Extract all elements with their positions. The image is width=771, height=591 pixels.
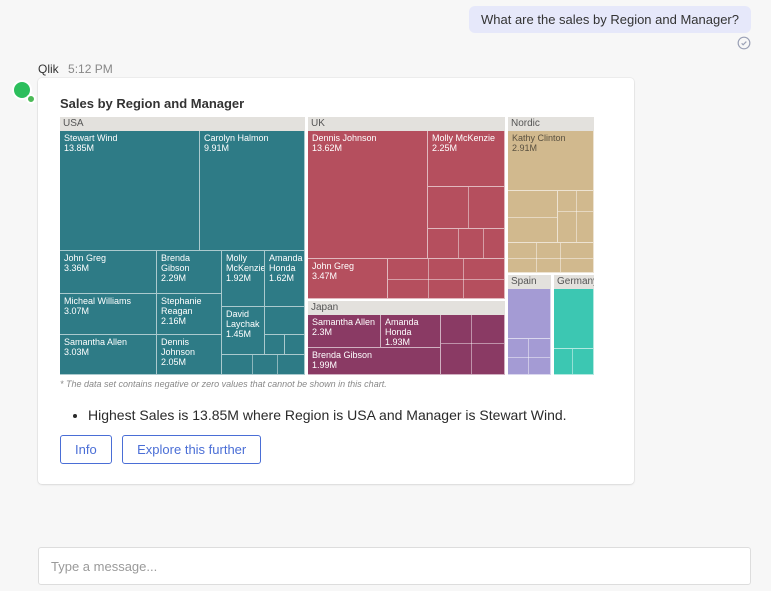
cell-name: Stephanie Reagan <box>161 297 217 317</box>
region-header-uk: UK <box>308 117 505 131</box>
presence-indicator-icon <box>26 94 36 104</box>
cell-usa-molly[interactable]: Molly McKenzie 1.92M <box>222 251 265 307</box>
cell-usa-johngreg[interactable]: John Greg 3.36M <box>60 251 157 294</box>
cell-nor-small3[interactable] <box>508 243 594 273</box>
cell-uk-molly[interactable]: Molly McKenzie 2.25M <box>428 131 505 187</box>
user-message-bubble: What are the sales by Region and Manager… <box>469 6 751 33</box>
cell-usa-small3[interactable] <box>285 335 305 355</box>
response-card: Sales by Region and Manager USA Stewart … <box>38 78 634 484</box>
avatar <box>12 80 34 102</box>
cell-usa-dennis[interactable]: Dennis Johnson 2.05M <box>157 335 222 375</box>
cell-spain-top[interactable] <box>508 289 551 339</box>
cell-value: 1.99M <box>312 361 436 371</box>
cell-jp-samantha[interactable]: Samantha Allen 2.3M <box>308 315 381 348</box>
cell-value: 1.45M <box>226 330 260 340</box>
explore-button[interactable]: Explore this further <box>122 435 261 464</box>
cell-name: Dennis Johnson <box>161 338 217 358</box>
cell-value: 2.91M <box>512 144 589 154</box>
cell-name: Molly McKenzie <box>226 254 260 274</box>
cell-name: David Laychak <box>226 310 260 330</box>
cell-value: 9.91M <box>204 144 300 154</box>
cell-usa-carolyn[interactable]: Carolyn Halmon 9.91M <box>200 131 305 251</box>
user-message-text: What are the sales by Region and Manager… <box>481 12 739 27</box>
cell-value: 13.85M <box>64 144 195 154</box>
insight-item: Highest Sales is 13.85M where Region is … <box>88 407 612 423</box>
cell-value: 1.62M <box>269 274 300 284</box>
cell-germany-top[interactable] <box>554 289 594 349</box>
cell-uk-small2[interactable] <box>428 229 505 259</box>
insights-list: Highest Sales is 13.85M where Region is … <box>70 407 612 423</box>
sender-row: Qlik 5:12 PM <box>38 62 113 76</box>
cell-usa-small2[interactable] <box>265 335 285 355</box>
cell-value: 13.62M <box>312 144 423 154</box>
compose-placeholder: Type a message... <box>51 559 157 574</box>
cell-value: 3.03M <box>64 348 152 358</box>
cell-name: Brenda Gibson <box>161 254 217 274</box>
cell-usa-samantha[interactable]: Samantha Allen 3.03M <box>60 335 157 375</box>
cell-jp-brenda[interactable]: Brenda Gibson 1.99M <box>308 348 441 375</box>
cell-value: 1.93M <box>385 338 436 348</box>
chart-title: Sales by Region and Manager <box>60 96 612 111</box>
region-header-germany: Germany <box>554 275 594 289</box>
cell-name: Amanda Honda <box>269 254 300 274</box>
region-header-spain: Spain <box>508 275 551 289</box>
cell-name: Amanda Honda <box>385 318 436 338</box>
info-button[interactable]: Info <box>60 435 112 464</box>
cell-uk-johngreg[interactable]: John Greg 3.47M <box>308 259 388 299</box>
cell-usa-stephanie[interactable]: Stephanie Reagan 2.16M <box>157 294 222 335</box>
cell-nor-small2[interactable] <box>558 191 594 243</box>
cell-value: 2.3M <box>312 328 376 338</box>
cell-jp-amanda[interactable]: Amanda Honda 1.93M <box>381 315 441 348</box>
cell-value: 2.16M <box>161 317 217 327</box>
region-header-usa: USA <box>60 117 305 131</box>
cell-nor-small1[interactable] <box>508 191 558 243</box>
cell-uk-dennis[interactable]: Dennis Johnson 13.62M <box>308 131 428 259</box>
cell-germany-bottom[interactable] <box>554 349 594 375</box>
cell-uk-small3[interactable] <box>388 259 505 299</box>
cell-value: 2.29M <box>161 274 217 284</box>
cell-usa-micheal[interactable]: Micheal Williams 3.07M <box>60 294 157 335</box>
cell-value: 3.36M <box>64 264 152 274</box>
sender-name: Qlik <box>38 62 59 76</box>
app-root: What are the sales by Region and Manager… <box>0 0 771 591</box>
compose-box[interactable]: Type a message... <box>38 547 751 585</box>
cell-spain-bottom[interactable] <box>508 339 551 375</box>
cell-nor-kathy[interactable]: Kathy Clinton 2.91M <box>508 131 594 191</box>
card-actions: Info Explore this further <box>60 435 612 464</box>
region-header-japan: Japan <box>308 301 505 315</box>
cell-usa-stewart[interactable]: Stewart Wind 13.85M <box>60 131 200 251</box>
cell-value: 1.92M <box>226 274 260 284</box>
sent-check-icon <box>737 36 751 50</box>
cell-value: 3.07M <box>64 307 152 317</box>
cell-value: 3.47M <box>312 272 383 282</box>
cell-usa-david[interactable]: David Laychak 1.45M <box>222 307 265 355</box>
cell-usa-brenda[interactable]: Brenda Gibson 2.29M <box>157 251 222 294</box>
treemap-chart[interactable]: USA Stewart Wind 13.85M Carolyn Halmon 9… <box>60 117 594 375</box>
chart-footnote: * The data set contains negative or zero… <box>60 379 612 389</box>
cell-value: 2.25M <box>432 144 500 154</box>
cell-value: 2.05M <box>161 358 217 368</box>
cell-uk-small1[interactable] <box>428 187 505 229</box>
cell-usa-amanda[interactable]: Amanda Honda 1.62M <box>265 251 305 307</box>
cell-jp-small[interactable] <box>441 315 505 375</box>
sender-time: 5:12 PM <box>68 62 113 76</box>
cell-usa-small4[interactable] <box>222 355 305 375</box>
region-header-nordic: Nordic <box>508 117 594 131</box>
cell-usa-small1[interactable] <box>265 307 305 335</box>
